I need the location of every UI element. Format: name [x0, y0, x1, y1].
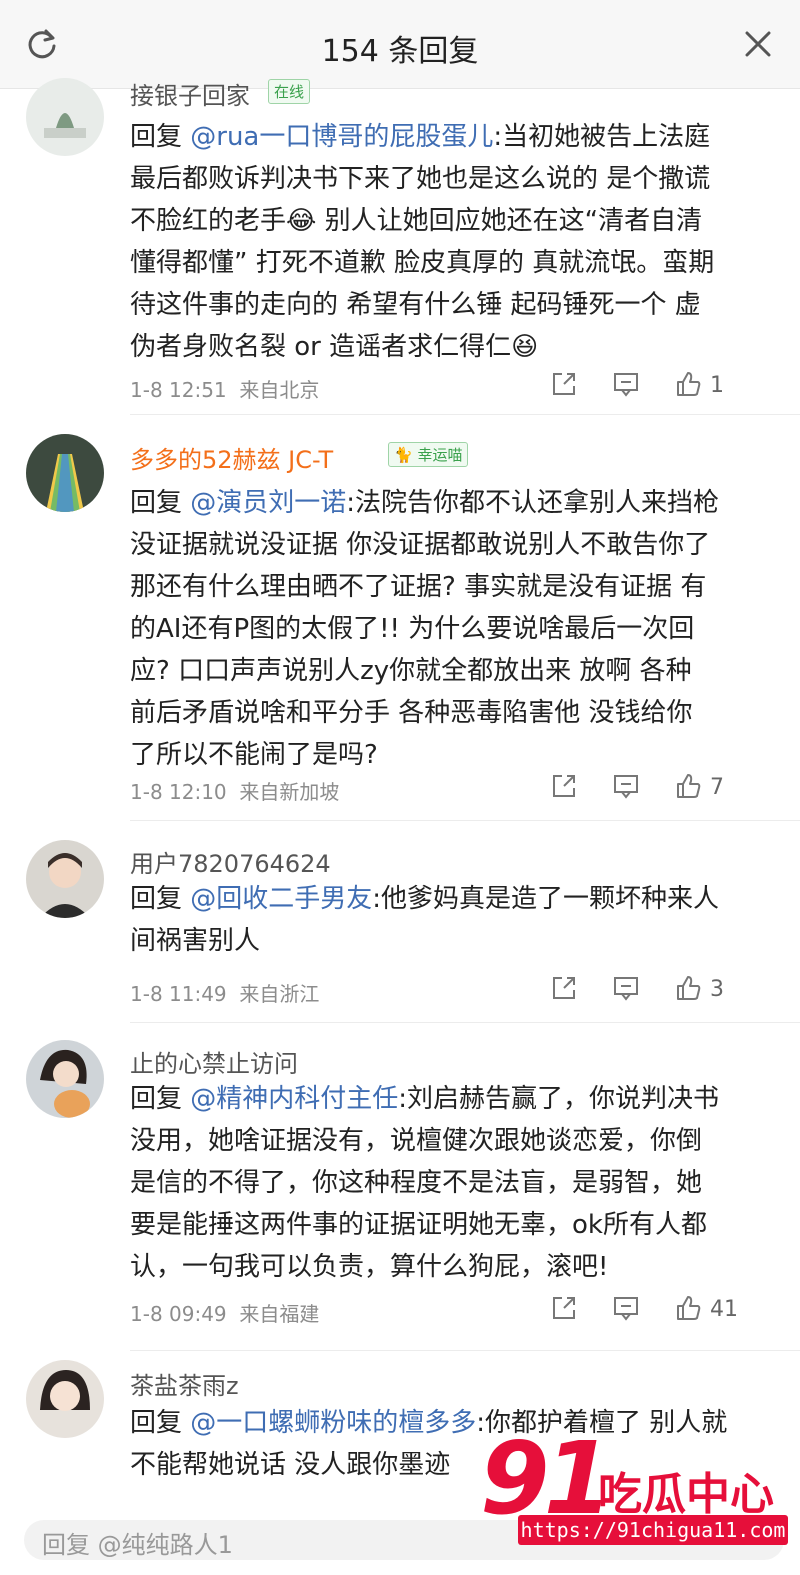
avatar[interactable] [26, 840, 104, 918]
status-badge: 🐈 幸运喵 [388, 442, 469, 467]
comment-meta: 1-8 09:49 来自福建 [130, 1298, 319, 1327]
like-button[interactable]: 1 [674, 370, 724, 406]
mention-link[interactable]: @rua一口博哥的屁股蛋儿 [190, 122, 493, 152]
avatar[interactable] [26, 1360, 104, 1438]
comment-meta: 1-8 11:49 来自浙江 [130, 978, 319, 1007]
avatar[interactable] [26, 1040, 104, 1118]
mention-link[interactable]: @精神内科付主任 [190, 1084, 398, 1114]
close-icon[interactable] [740, 26, 776, 62]
comment-line-rest: :法院告你都不认还拿别人来挡枪 [346, 488, 720, 518]
header-bar: 154 条回复 [0, 0, 800, 89]
comment-actions: 1 [550, 370, 770, 406]
comment-line: 回复 @精神内科付主任:刘启赫告赢了，你说判决书 [130, 1078, 780, 1120]
like-button[interactable]: 41 [674, 1294, 738, 1330]
reply-prefix: 回复 [130, 884, 191, 914]
avatar[interactable] [26, 434, 104, 512]
like-count: 41 [710, 1297, 738, 1322]
comment-line: 懂得都懂” 打死不道歉 脸皮真厚的 真就流氓。蛮期 [130, 248, 715, 278]
comment-icon[interactable] [612, 974, 640, 1010]
comment-actions: 3 [550, 974, 770, 1010]
comment-line: 认，一句我可以负责，算什么狗屁，滚吧! [130, 1252, 609, 1282]
reply-prefix: 回复 [130, 488, 191, 518]
location: 来自福建 [239, 1302, 320, 1326]
comment-meta: 1-8 12:51 来自北京 [130, 374, 319, 403]
comment-text: 回复 @rua一口博哥的屁股蛋儿:当初她被告上法庭 最后都败诉判决书下来了她也是… [130, 116, 780, 368]
location: 来自新加坡 [239, 780, 340, 804]
reply-prefix: 回复 [130, 1084, 191, 1114]
comment-line-rest: :刘启赫告赢了，你说判决书 [398, 1084, 720, 1114]
comment-line: 没用，她啥证据没有，说檀健次跟她谈恋爱，你倒 [130, 1126, 703, 1156]
comment-line-rest: :他爹妈真是造了一颗坏种来人 [372, 884, 720, 914]
comment-line: 没证据就说没证据 你没证据都敢说别人不敢告你了 [130, 530, 711, 560]
location: 来自浙江 [239, 982, 320, 1006]
comment-line: 那还有什么理由晒不了证据? 事实就是没有证据 有 [130, 572, 707, 602]
mention-link[interactable]: @一口螺蛳粉味的檀多多 [190, 1408, 476, 1438]
divider [130, 414, 800, 415]
watermark-url: https://91chigua11.com [518, 1515, 788, 1545]
comment-icon[interactable] [612, 772, 640, 808]
comment-line: 的AI还有P图的太假了!! 为什么要说啥最后一次回 [130, 614, 695, 644]
comment-line: 不脸红的老手😂 别人让她回应她还在这“清者自清 [130, 206, 703, 236]
like-count: 3 [710, 977, 724, 1002]
comment-line: 要是能捶这两件事的证据证明她无辜，ok所有人都 [130, 1210, 707, 1240]
comment-line: 待这件事的走向的 希望有什么锤 起码锤死一个 虚 [130, 290, 701, 320]
badge-label: 幸运喵 [417, 446, 463, 464]
mention-link[interactable]: @演员刘一诺 [190, 488, 346, 518]
comment-icon[interactable] [612, 1294, 640, 1330]
comment-line: 前后矛盾说啥和平分手 各种恶毒陷害他 没钱给你 [130, 698, 693, 728]
status-badge: 在线 [268, 79, 311, 104]
reply-prefix: 回复 [130, 1408, 191, 1438]
share-icon[interactable] [550, 974, 578, 1010]
comment-text: 回复 @精神内科付主任:刘启赫告赢了，你说判决书 没用，她啥证据没有，说檀健次跟… [130, 1078, 780, 1288]
comment-actions: 41 [550, 1294, 770, 1330]
timestamp: 1-8 12:51 [130, 378, 227, 402]
timestamp: 1-8 12:10 [130, 780, 227, 804]
username[interactable]: 接银子回家 [130, 76, 250, 111]
divider [130, 1022, 800, 1023]
like-icon [677, 1296, 701, 1320]
share-icon[interactable] [550, 370, 578, 406]
like-button[interactable]: 7 [674, 772, 724, 808]
comment-meta: 1-8 12:10 来自新加坡 [130, 776, 339, 805]
comment-line: 间祸害别人 [130, 926, 261, 956]
like-count: 7 [710, 775, 724, 800]
comment-actions: 7 [550, 772, 770, 808]
comment-line: 最后都败诉判决书下来了她也是这么说的 是个撒谎 [130, 164, 711, 194]
comment-line: 应? 口口声声说别人zy你就全都放出来 放啊 各种 [130, 656, 692, 686]
comment-line: 伪者身败名裂 or 造谣者求仁得仁😆 [130, 332, 539, 362]
cat-icon: 🐈 [394, 446, 418, 464]
comment-line-rest: :当初她被告上法庭 [493, 122, 711, 152]
share-icon[interactable] [550, 772, 578, 808]
username[interactable]: 茶盐茶雨z [130, 1366, 239, 1401]
username[interactable]: 多多的52赫兹 JC-T [130, 440, 333, 475]
divider [130, 820, 800, 821]
comment-line: 了所以不能闹了是吗? [130, 740, 378, 770]
mention-link[interactable]: @回收二手男友 [190, 884, 372, 914]
reply-prefix: 回复 [130, 122, 191, 152]
like-icon [677, 372, 701, 396]
comment-line: 回复 @rua一口博哥的屁股蛋儿:当初她被告上法庭 [130, 116, 780, 158]
username[interactable]: 用户7820764624 [130, 844, 331, 879]
like-icon [677, 774, 701, 798]
username[interactable]: 止的心禁止访问 [130, 1044, 298, 1079]
timestamp: 1-8 09:49 [130, 1302, 227, 1326]
reply-placeholder: 回复 @纯纯路人1 [42, 1531, 233, 1559]
comment-text: 回复 @回收二手男友:他爹妈真是造了一颗坏种来人 间祸害别人 [130, 878, 780, 962]
page-title: 154 条回复 [321, 34, 479, 69]
comment-line: 是信的不得了，你这种程度不是法盲，是弱智，她 [130, 1168, 703, 1198]
divider [130, 1350, 800, 1351]
avatar[interactable] [26, 78, 104, 156]
like-button[interactable]: 3 [674, 974, 724, 1010]
comment-text: 回复 @演员刘一诺:法院告你都不认还拿别人来挡枪 没证据就说没证据 你没证据都敢… [130, 482, 780, 776]
watermark-logo: 91 吃瓜中心 https://91chigua11.com [470, 1420, 800, 1560]
like-count: 1 [710, 373, 724, 398]
timestamp: 1-8 11:49 [130, 982, 227, 1006]
location: 来自北京 [239, 378, 320, 402]
share-icon[interactable] [550, 1294, 578, 1330]
comment-line: 回复 @演员刘一诺:法院告你都不认还拿别人来挡枪 [130, 482, 780, 524]
comment-line: 回复 @回收二手男友:他爹妈真是造了一颗坏种来人 [130, 878, 780, 920]
comment-icon[interactable] [612, 370, 640, 406]
watermark-brand: 吃瓜中心 [598, 1469, 774, 1520]
like-icon [677, 976, 701, 1000]
